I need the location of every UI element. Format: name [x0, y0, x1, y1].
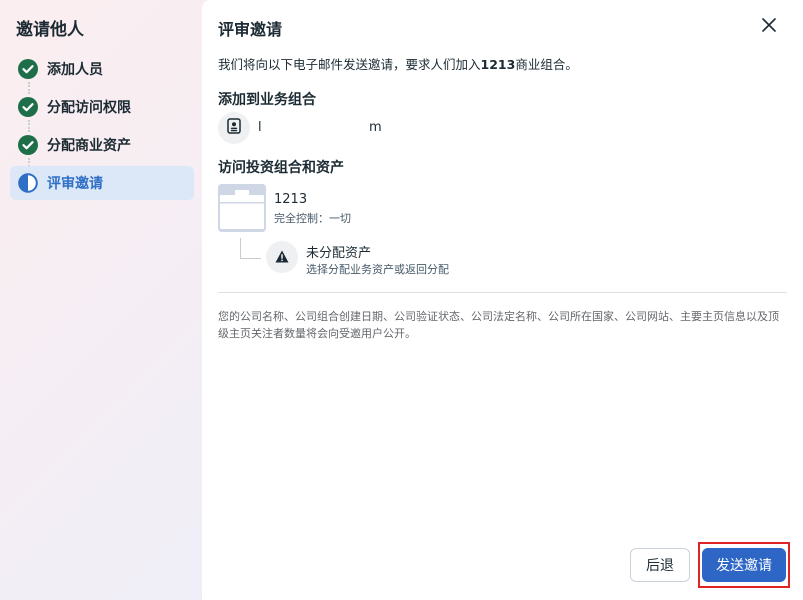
close-icon [762, 17, 776, 36]
portfolio-thumbnail [218, 184, 266, 232]
panel-title: 评审邀请 [218, 20, 283, 39]
step-assign-assets[interactable]: 分配商业资产 [10, 128, 194, 162]
unassigned-desc: 选择分配业务资产或返回分配 [306, 263, 449, 276]
divider [218, 292, 787, 293]
warning-badge [266, 241, 298, 273]
review-panel: 评审邀请 我们将向以下电子邮件发送邀请，要求人们加入1213商业组合。 添加到业… [202, 0, 803, 600]
section-access-title: 访问投资组合和资产 [218, 160, 344, 176]
step-label: 分配访问权限 [47, 100, 131, 116]
intro-prefix: 我们将向以下电子邮件发送邀请，要求人们加入 [218, 57, 481, 72]
unassigned-title: 未分配资产 [306, 246, 372, 261]
check-circle-icon [18, 59, 38, 79]
section-add-title: 添加到业务组合 [218, 92, 316, 108]
close-button[interactable] [757, 14, 781, 38]
step-label: 评审邀请 [47, 176, 103, 192]
person-email: l m [258, 120, 382, 135]
check-circle-icon [18, 135, 38, 155]
check-circle-icon [18, 97, 38, 117]
id-badge-icon [227, 118, 241, 138]
back-button[interactable]: 后退 [630, 548, 690, 582]
person-avatar [218, 112, 250, 144]
wizard-sidebar: 邀请他人 添加人员 分配访问权限 分配商业资产 评审邀请 [0, 0, 202, 600]
step-add-people[interactable]: 添加人员 [10, 52, 194, 86]
disclaimer-text: 您的公司名称、公司组合创建日期、公司验证状态、公司法定名称、公司所在国家、公司网… [218, 310, 779, 340]
portfolio-permission: 完全控制：一切 [274, 212, 351, 225]
intro-portfolio-name: 1213 [480, 57, 516, 72]
intro-text: 我们将向以下电子邮件发送邀请，要求人们加入1213商业组合。 [218, 54, 578, 73]
send-invite-button[interactable]: 发送邀请 [702, 548, 786, 582]
tree-connector [240, 238, 261, 259]
step-label: 添加人员 [47, 62, 103, 78]
step-label: 分配商业资产 [47, 138, 131, 154]
step-review-invite[interactable]: 评审邀请 [10, 166, 194, 200]
half-circle-icon [18, 173, 38, 193]
portfolio-name: 1213 [274, 192, 308, 207]
sidebar-title: 邀请他人 [16, 20, 84, 40]
warning-icon [275, 248, 289, 267]
step-assign-access[interactable]: 分配访问权限 [10, 90, 194, 124]
intro-suffix: 商业组合。 [515, 57, 578, 72]
